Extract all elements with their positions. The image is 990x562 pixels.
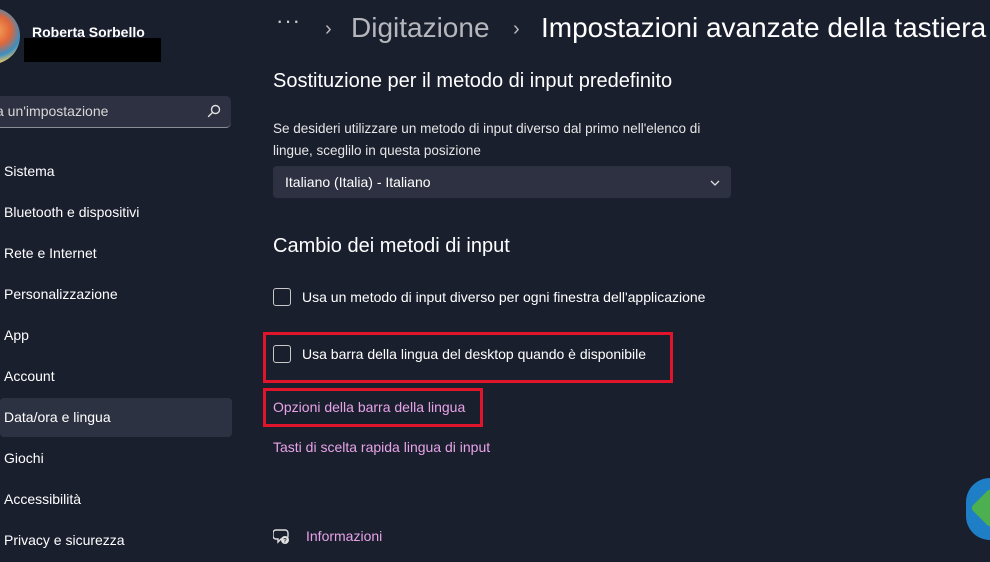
floating-widget[interactable]: [966, 478, 990, 540]
sidebar-item-bluetooth[interactable]: Bluetooth e dispositivi: [0, 193, 232, 232]
nav-list: Sistema Bluetooth e dispositivi Rete e I…: [0, 152, 240, 562]
language-bar-checkbox[interactable]: [273, 345, 291, 363]
sidebar-item-giochi[interactable]: Giochi: [0, 439, 232, 478]
breadcrumb-more-button[interactable]: ···: [276, 8, 301, 34]
language-bar-options-link[interactable]: Opzioni della barra della lingua: [273, 399, 465, 415]
svg-text:?: ?: [283, 539, 287, 545]
breadcrumb-separator: ›: [513, 18, 520, 40]
redacted-email: [24, 38, 161, 62]
override-heading: Sostituzione per il metodo di input pred…: [273, 70, 673, 92]
page-title: Impostazioni avanzate della tastiera: [541, 12, 987, 43]
search-box[interactable]: [0, 96, 231, 128]
sidebar-item-data-ora-lingua[interactable]: Data/ora e lingua: [0, 398, 232, 437]
sidebar-item-sistema[interactable]: Sistema: [0, 152, 232, 191]
breadcrumb-digitazione[interactable]: Digitazione: [351, 12, 490, 44]
info-link[interactable]: Informazioni: [306, 528, 382, 544]
language-bar-checkbox-label[interactable]: Usa barra della lingua del desktop quand…: [302, 346, 646, 362]
input-language-hotkeys-link[interactable]: Tasti di scelta rapida lingua di input: [273, 439, 490, 455]
sidebar-item-privacy[interactable]: Privacy e sicurezza: [0, 521, 232, 560]
widget-logo-icon: [970, 488, 990, 528]
override-description: Se desideri utilizzare un metodo di inpu…: [273, 121, 701, 158]
sidebar-item-accessibilita[interactable]: Accessibilità: [0, 480, 232, 519]
sidebar-item-personalizzazione[interactable]: Personalizzazione: [0, 275, 232, 314]
dropdown-selected-value: Italiano (Italia) - Italiano: [285, 174, 431, 190]
sidebar-item-rete[interactable]: Rete e Internet: [0, 234, 232, 273]
help-chat-icon: ?: [273, 529, 289, 545]
sidebar-item-app[interactable]: App: [0, 316, 232, 355]
avatar[interactable]: [0, 8, 20, 64]
sidebar-item-account[interactable]: Account: [0, 357, 232, 396]
breadcrumb-separator: ›: [325, 18, 332, 40]
switching-heading: Cambio dei metodi di input: [273, 235, 510, 257]
search-icon[interactable]: [207, 104, 221, 118]
chevron-down-icon: [710, 180, 720, 186]
search-input[interactable]: [0, 96, 196, 126]
per-app-checkbox[interactable]: [273, 288, 291, 306]
input-method-dropdown[interactable]: Italiano (Italia) - Italiano: [273, 166, 731, 198]
per-app-checkbox-label[interactable]: Usa un metodo di input diverso per ogni …: [302, 289, 705, 305]
sidebar: Roberta Sorbello Sistema Bluetooth e dis…: [0, 0, 240, 556]
